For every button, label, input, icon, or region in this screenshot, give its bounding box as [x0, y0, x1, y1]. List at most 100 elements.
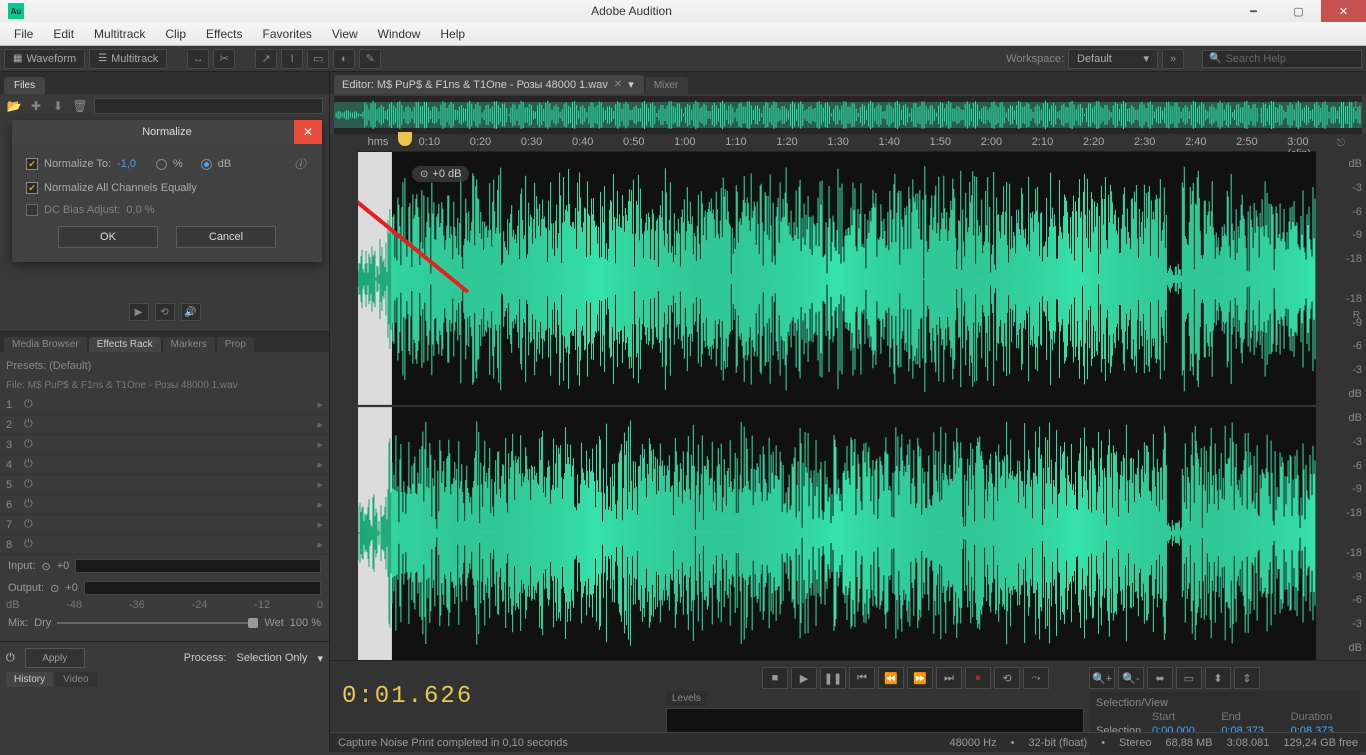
normalize-dialog: Normalize ✕ Normalize To: -1,0 % dB [12, 120, 322, 262]
new-file-icon[interactable]: ✚ [28, 98, 44, 114]
cancel-button[interactable]: Cancel [176, 226, 276, 248]
all-channels-checkbox[interactable] [26, 182, 38, 194]
menu-edit[interactable]: Edit [43, 24, 84, 44]
files-search-input[interactable] [94, 98, 323, 114]
zoom-out-icon[interactable]: 🔍- [1118, 667, 1144, 689]
output-meter [84, 581, 321, 595]
menu-multitrack[interactable]: Multitrack [84, 24, 155, 44]
db-label: dB [218, 158, 231, 170]
apply-button[interactable]: Apply [25, 648, 85, 668]
volume-badge[interactable]: ⊙ +0 dB [412, 166, 469, 182]
fx-slot[interactable]: 5⏻▸ [0, 475, 329, 495]
fx-slot[interactable]: 7⏻▸ [0, 515, 329, 535]
import-icon[interactable]: ⬇ [50, 98, 66, 114]
play-button[interactable]: ▶ [791, 667, 817, 689]
open-file-icon[interactable]: 📂 [6, 98, 22, 114]
tab-video[interactable]: Video [55, 672, 96, 687]
tab-effects-rack[interactable]: Effects Rack [89, 337, 161, 352]
fx-slot[interactable]: 6⏻▸ [0, 495, 329, 515]
forward-button[interactable]: ⏩ [907, 667, 933, 689]
zoom-out-v-icon[interactable]: ⇕ [1234, 667, 1260, 689]
fx-slot[interactable]: 2⏻▸ [0, 415, 329, 435]
time-ruler[interactable]: hms0:100:200:300:400:501:001:101:201:301… [358, 134, 1316, 152]
tab-media-browser[interactable]: Media Browser [4, 337, 87, 352]
channel-gutter [330, 152, 358, 660]
dc-bias-checkbox[interactable] [26, 204, 38, 216]
dc-bias-value: 0,0 % [126, 204, 154, 216]
menu-favorites[interactable]: Favorites [253, 24, 322, 44]
play-mini-button[interactable]: ▶ [129, 303, 149, 321]
files-tab[interactable]: Files [4, 77, 45, 94]
db-scale: dB -3 -6 -9 -18 -18 -9 -6 -3 dB L dB -3 … [1316, 152, 1366, 660]
skip-start-button[interactable]: ⏮ [849, 667, 875, 689]
workspace-dropdown[interactable]: Default▾ [1068, 49, 1158, 69]
info-icon[interactable]: ⓘ [292, 156, 308, 172]
percent-radio[interactable] [156, 159, 167, 170]
multitrack-mode-button[interactable]: ☰ Multitrack [89, 49, 167, 69]
file-name-label: File: M$ PuP$ & F1ns & T1One - Розы 4800… [0, 376, 329, 395]
workspace-label: Workspace: [1006, 53, 1064, 65]
record-button[interactable]: ● [965, 667, 991, 689]
zoom-in-icon[interactable]: 🔍+ [1089, 667, 1115, 689]
zoom-sel-icon[interactable]: ▭ [1176, 667, 1202, 689]
tab-properties[interactable]: Prop [217, 337, 254, 352]
menu-effects[interactable]: Effects [196, 24, 252, 44]
stop-button[interactable]: ■ [762, 667, 788, 689]
db-radio[interactable] [201, 159, 212, 170]
menu-window[interactable]: Window [368, 24, 431, 44]
levels-tab[interactable]: Levels [666, 691, 707, 706]
zoom-full-icon[interactable]: ⬌ [1147, 667, 1173, 689]
skip-end-button[interactable]: ⏭ [936, 667, 962, 689]
tool-icon[interactable]: ✎ [359, 49, 381, 69]
window-title: Adobe Audition [32, 4, 1231, 18]
workspace-menu-icon[interactable]: » [1162, 49, 1184, 69]
fx-slot[interactable]: 1⏻▸ [0, 395, 329, 415]
time-display: 0:01.626 [330, 661, 660, 732]
rewind-button[interactable]: ⏪ [878, 667, 904, 689]
mixer-tab[interactable]: Mixer [646, 77, 688, 94]
tab-history[interactable]: History [6, 672, 53, 687]
help-search-input[interactable]: 🔍 Search Help [1202, 50, 1362, 68]
fx-panel-tabs: Media Browser Effects Rack Markers Prop [0, 332, 329, 352]
loop-button[interactable]: ⟲ [994, 667, 1020, 689]
fx-slot[interactable]: 8⏻▸ [0, 535, 329, 555]
maximize-button[interactable]: ▢ [1276, 0, 1321, 22]
loop-mini-button[interactable]: ⟲ [155, 303, 175, 321]
normalize-to-label: Normalize To: [44, 158, 111, 170]
fx-slot[interactable]: 4⏻▸ [0, 455, 329, 475]
fx-slot[interactable]: 3⏻▸ [0, 435, 329, 455]
playhead-marker[interactable] [398, 132, 412, 146]
window-close-button[interactable]: ✕ [1321, 0, 1366, 22]
menu-file[interactable]: File [4, 24, 43, 44]
pause-button[interactable]: ❚❚ [820, 667, 846, 689]
app-icon: Au [8, 3, 24, 19]
close-tab-icon[interactable]: ✕ [614, 79, 622, 90]
tool-icon[interactable]: ▭ [307, 49, 329, 69]
menu-clip[interactable]: Clip [155, 24, 196, 44]
autoplay-mini-button[interactable]: 🔊 [181, 303, 201, 321]
tool-select-icon[interactable]: I [281, 49, 303, 69]
waveform-mode-button[interactable]: ▦ Waveform [4, 49, 85, 69]
menu-view[interactable]: View [322, 24, 368, 44]
close-file-icon[interactable]: 🗑 [72, 98, 88, 114]
dialog-close-button[interactable]: ✕ [294, 120, 322, 144]
menu-help[interactable]: Help [430, 24, 475, 44]
ok-button[interactable]: OK [58, 226, 158, 248]
tab-markers[interactable]: Markers [163, 337, 215, 352]
waveform-display[interactable]: ⊙ +0 dB [358, 152, 1316, 660]
normalize-to-checkbox[interactable] [26, 158, 38, 170]
minimize-button[interactable]: ━ [1231, 0, 1276, 22]
tool-icon[interactable]: ◐ [333, 49, 355, 69]
tool-icon[interactable]: ✂ [213, 49, 235, 69]
editor-tab[interactable]: Editor: M$ PuP$ & F1ns & T1One - Розы 48… [334, 75, 644, 94]
waveform-overview[interactable] [334, 96, 1362, 134]
zoom-in-v-icon[interactable]: ⬍ [1205, 667, 1231, 689]
skip-selection-button[interactable]: ⤳ [1023, 667, 1049, 689]
normalize-value[interactable]: -1,0 [117, 158, 136, 170]
dialog-titlebar[interactable]: Normalize ✕ [12, 120, 322, 144]
menu-bar: File Edit Multitrack Clip Effects Favori… [0, 22, 1366, 46]
tool-move-icon[interactable]: ↗ [255, 49, 277, 69]
status-bar: Capture Noise Print completed in 0,10 se… [330, 732, 1366, 752]
mix-slider[interactable] [57, 622, 258, 624]
tool-icon[interactable]: ↔ [187, 49, 209, 69]
